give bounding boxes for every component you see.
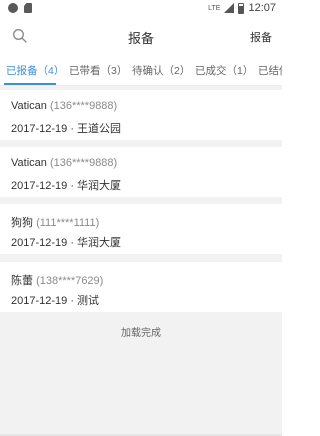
client-name: 狗狗 xyxy=(11,217,33,229)
notification-dot-icon xyxy=(8,3,18,13)
client-name-line: Vatican (136****9888) xyxy=(11,157,117,169)
tab-pending-confirm[interactable]: 待确认（2） xyxy=(132,63,190,78)
list-item[interactable]: Vatican (136****9888) 2017-12-19 · 华润大厦 xyxy=(0,147,282,197)
report-date-project: 2017-12-19 · 华润大厦 xyxy=(11,237,122,249)
page-title: 报备 xyxy=(127,31,154,46)
battery-icon xyxy=(238,2,245,14)
status-right: LTE 12:07 xyxy=(208,2,276,14)
active-tab-indicator xyxy=(4,83,56,85)
report-list: Vatican (136****9888) 2017-12-19 · 王道公园 … xyxy=(0,86,282,436)
load-complete-text: 加载完成 xyxy=(121,328,161,339)
status-tabs: 已报备（4） 已带看（3） 待确认（2） 已成交（1） 已结佣 xyxy=(0,56,282,86)
client-name-line: 陈蕾 (138****7629) xyxy=(11,272,103,288)
client-name: Vatican xyxy=(11,100,47,112)
status-time: 12:07 xyxy=(248,2,276,14)
network-type: LTE xyxy=(208,4,221,12)
status-left xyxy=(8,3,32,13)
client-name: Vatican xyxy=(11,157,47,169)
tab-commission[interactable]: 已结佣 xyxy=(258,63,282,78)
client-phone: (138****7629) xyxy=(36,275,104,287)
list-item[interactable]: 陈蕾 (138****7629) 2017-12-19 · 测试 xyxy=(0,262,282,312)
client-phone: (136****9888) xyxy=(49,100,118,112)
signal-icon xyxy=(224,3,235,13)
client-phone: (111****1111) xyxy=(36,217,100,229)
status-bar: LTE 12:07 xyxy=(0,0,282,18)
tab-closed-deal[interactable]: 已成交（1） xyxy=(195,63,253,78)
report-date-project: 2017-12-19 · 测试 xyxy=(11,295,100,307)
client-name-line: Vatican (136****9888) xyxy=(11,100,117,112)
client-name-line: 狗狗 (111****1111) xyxy=(11,214,99,230)
client-name: 陈蕾 xyxy=(11,275,33,287)
client-phone: (136****9888) xyxy=(49,157,118,169)
list-item[interactable]: 狗狗 (111****1111) 2017-12-19 · 华润大厦 xyxy=(0,204,282,254)
tab-viewed[interactable]: 已带看（3） xyxy=(69,63,127,78)
sim-card-icon xyxy=(24,3,32,13)
report-button[interactable]: 报备 xyxy=(250,29,272,45)
tab-reported[interactable]: 已报备（4） xyxy=(6,63,64,78)
report-date-project: 2017-12-19 · 华润大厦 xyxy=(11,180,122,192)
report-date-project: 2017-12-19 · 王道公园 xyxy=(11,123,122,135)
list-item[interactable]: Vatican (136****9888) 2017-12-19 · 王道公园 xyxy=(0,90,282,140)
app-header: 报备 报备 xyxy=(0,18,282,54)
